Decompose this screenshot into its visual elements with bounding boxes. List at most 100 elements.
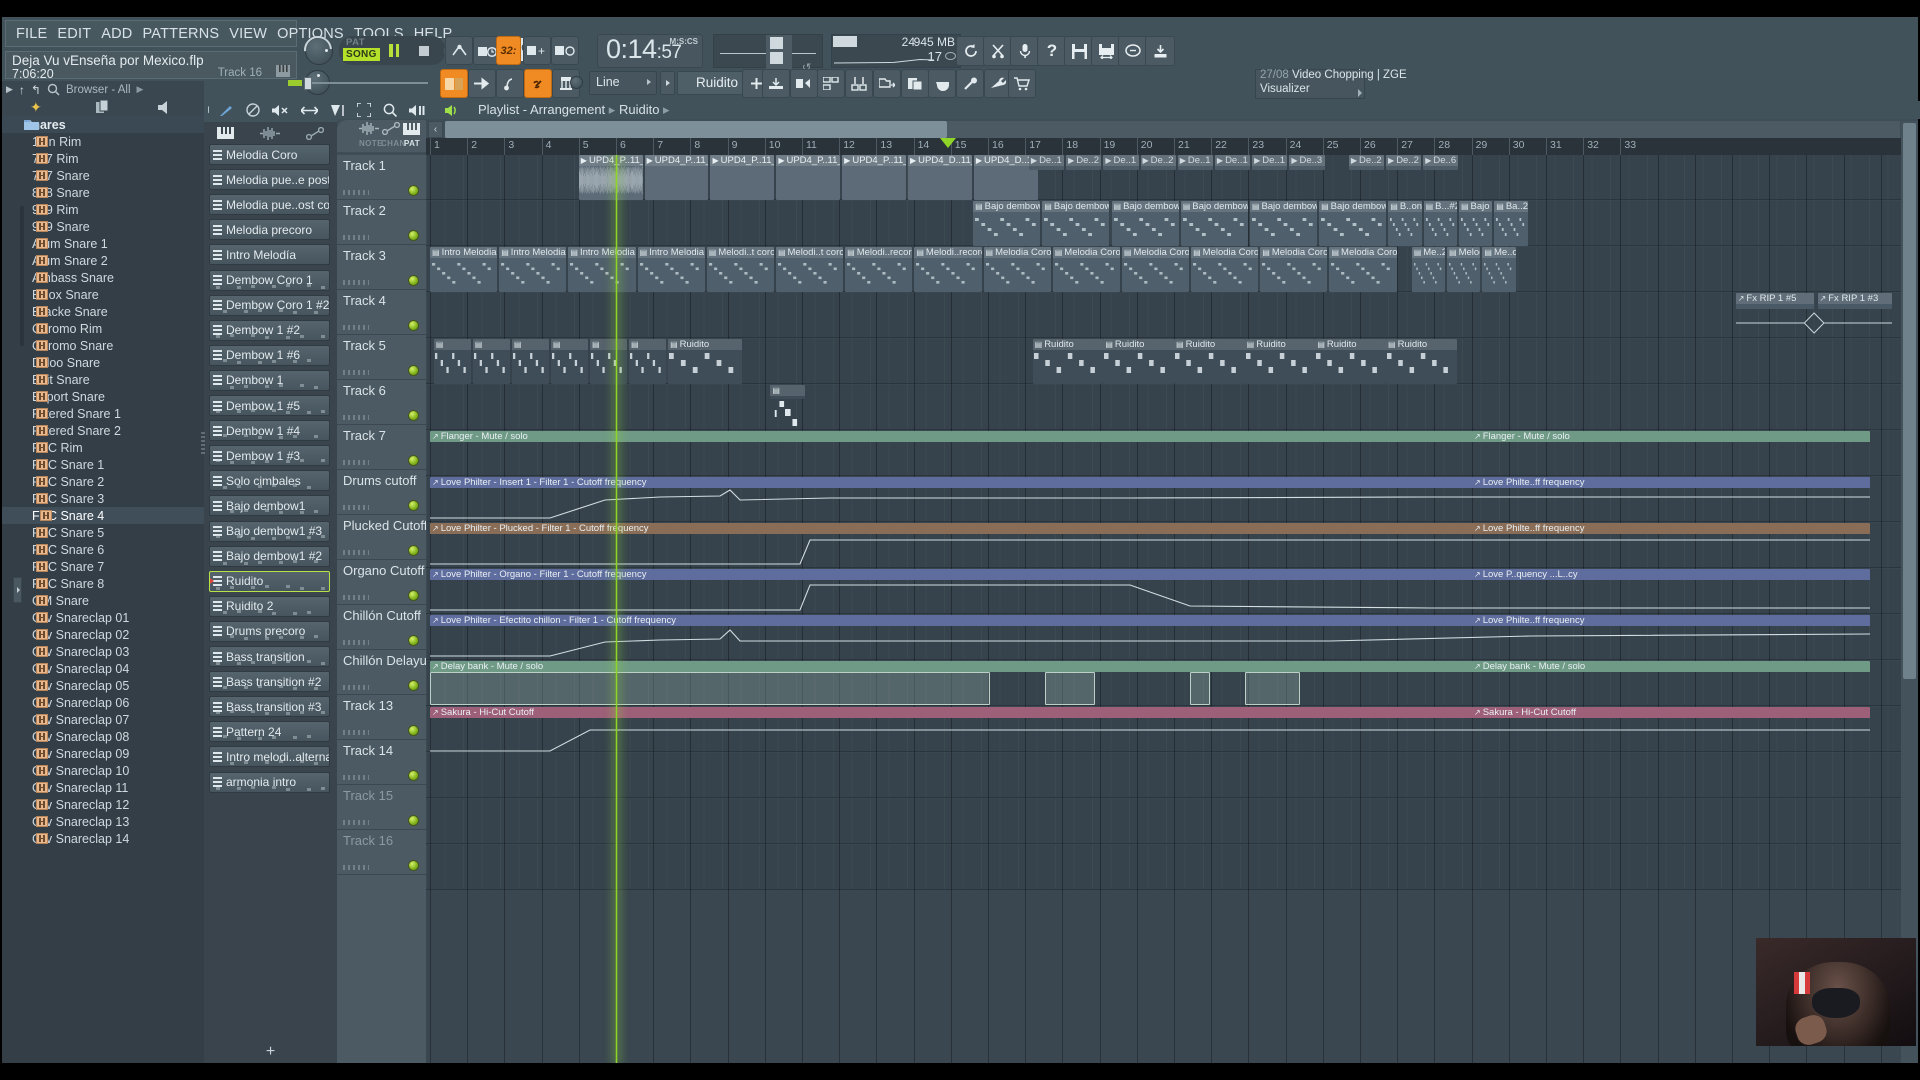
pattern-clip[interactable]: ▤Bajo ..w1 #2 <box>1459 201 1492 246</box>
browser-item[interactable]: Grv Snareclap 03 <box>2 643 204 660</box>
audio-clip-small[interactable]: ▶De..1 <box>1029 155 1064 170</box>
master-volume-knob[interactable] <box>305 37 333 65</box>
browser-item[interactable]: Alum Snare 2 <box>2 252 204 269</box>
browser-item[interactable]: Grv Snareclap 07 <box>2 711 204 728</box>
audio-clip-small[interactable]: ▶De..2 <box>1349 155 1384 170</box>
chat-bubble-icon[interactable] <box>1118 36 1148 66</box>
track-header[interactable]: Chillón Cutoff <box>337 605 426 650</box>
add-pattern-button[interactable]: + <box>523 36 551 65</box>
browser-item[interactable]: Flitered Snare 2 <box>2 422 204 439</box>
pattern-item[interactable]: Ruidito <box>209 571 330 592</box>
sparkle-icon[interactable]: ✦ <box>30 99 42 116</box>
pattern-clip[interactable]: ▤Melodia Coro <box>1122 247 1189 292</box>
pattern-item[interactable]: Dembow 1 #4 <box>209 420 330 441</box>
pattern-clip-small[interactable]: ▤ <box>770 385 805 399</box>
snap-knob[interactable] <box>570 76 583 89</box>
pattern-clip[interactable]: ▤Bajo dembow1 <box>1181 201 1248 246</box>
pattern-clip[interactable]: ▤Intro Melodia <box>499 247 566 292</box>
playback-tool-icon[interactable] <box>409 104 425 117</box>
menu-item-file[interactable]: FILE <box>11 24 52 44</box>
track-enable-led[interactable] <box>408 680 419 691</box>
audio-clip-small[interactable]: ▶De..2 <box>1386 155 1421 170</box>
pattern-clip[interactable]: ▤Melodi..t coro <box>707 247 774 292</box>
pattern-item[interactable]: Drums precoro <box>209 621 330 642</box>
track-enable-led[interactable] <box>408 275 419 286</box>
browser-item[interactable]: Grv Snareclap 14 <box>2 830 204 847</box>
track-enable-led[interactable] <box>408 860 419 871</box>
pattern-clip[interactable]: ▤Ruidito <box>1245 339 1316 384</box>
pattern-clip[interactable]: ▤Melodia Coro <box>1053 247 1120 292</box>
audio-clip[interactable]: ▶UPD4_P..11_89 <box>645 155 709 200</box>
automation-clip-right[interactable]: ↗Love Philte..ff frequency <box>1472 615 1592 626</box>
pattern-item[interactable]: Melodia precoro <box>209 219 330 240</box>
track-header[interactable]: Chillón Delayu <box>337 650 426 695</box>
browser-item[interactable]: 808 Snare <box>2 184 204 201</box>
pattern-item[interactable]: Intro Melodía <box>209 244 330 265</box>
plugin-picker-button[interactable] <box>790 69 818 98</box>
pattern-clip[interactable]: ▤Melodia Coro <box>1260 247 1327 292</box>
mute-tool-icon[interactable] <box>246 103 260 117</box>
audio-clip-small[interactable]: ▶De..6 <box>1423 155 1458 170</box>
track-enable-led[interactable] <box>408 725 419 736</box>
browser-item[interactable]: Grv Snareclap 01 <box>2 609 204 626</box>
browser-item[interactable]: Grv Snareclap 05 <box>2 677 204 694</box>
browser-item[interactable]: FPC Snare 3 <box>2 490 204 507</box>
track-header[interactable]: Track 13 <box>337 695 426 740</box>
playlist-window-button[interactable] <box>440 69 468 98</box>
add-pattern-row-button[interactable]: + <box>204 1043 337 1063</box>
audio-clip-small[interactable]: ▶De..1 <box>1178 155 1213 170</box>
track-header[interactable]: Plucked Cutoff <box>337 515 426 560</box>
microphone-icon[interactable] <box>1010 36 1040 66</box>
automation-block[interactable] <box>1245 672 1300 705</box>
pattern-item[interactable]: Melodia Coro <box>209 144 330 165</box>
pattern-clip-small[interactable]: ▤ <box>590 339 627 384</box>
track-header[interactable]: Drums cutoff <box>337 470 426 515</box>
pattern-item[interactable]: Dembow 1 <box>209 370 330 391</box>
cut-tool-icon[interactable] <box>983 36 1013 66</box>
audio-clip[interactable]: ▶UPD4_P..11_89 <box>776 155 840 200</box>
pattern-clip[interactable]: ▤Me..o <box>1482 247 1515 292</box>
link-tool-button[interactable] <box>524 69 552 98</box>
browser-item[interactable]: 707 Rim <box>2 150 204 167</box>
pattern-clip[interactable]: ▤Bajo dembow1 <box>1319 201 1386 246</box>
track-enable-led[interactable] <box>408 590 419 601</box>
browser-item[interactable]: Grv Snareclap 12 <box>2 796 204 813</box>
pattern-clip[interactable]: ▤Melodia Coro <box>1329 247 1396 292</box>
audio-clip-small[interactable]: ▶De..1 <box>1215 155 1250 170</box>
playlist-view-button[interactable] <box>817 69 845 98</box>
browser-item[interactable]: FPC Snare 5 <box>2 524 204 541</box>
browser-item[interactable]: Ekit Snare <box>2 371 204 388</box>
browser-item[interactable]: 707 Snare <box>2 167 204 184</box>
pattern-clip[interactable]: ▤Bajo dembow1 <box>1112 201 1179 246</box>
automation-clip-right[interactable]: ↗Love Philte..ff frequency <box>1472 523 1592 534</box>
pattern-clip[interactable]: ▤Intro Melodia <box>430 247 497 292</box>
pattern-clip[interactable]: ▤Ruidito <box>1033 339 1104 384</box>
pattern-item[interactable]: armonia intro <box>209 772 330 793</box>
track-header[interactable]: Track 7 <box>337 425 426 470</box>
browser-folder-snares[interactable]: Snares <box>2 116 204 133</box>
chan-view-icon[interactable] <box>382 122 400 135</box>
pattern-clip-small[interactable]: ▤ <box>434 339 471 384</box>
help-icon[interactable]: ? <box>1037 36 1067 66</box>
pattern-clip-small[interactable]: ▤ <box>473 339 510 384</box>
pattern-clip[interactable]: ▤Melodi..oro #2 <box>1447 247 1480 292</box>
pattern-clip[interactable]: ▤Intro Melodia <box>568 247 635 292</box>
pattern-item[interactable]: Dembow Coro 1 #2 <box>209 295 330 316</box>
automation-clip-right[interactable]: ↗Sakura - Hi-Cut Cutoff <box>1472 707 1592 718</box>
pattern-list[interactable]: Melodia CoroMelodia pue..e post coroMelo… <box>204 144 337 1041</box>
audio-clip[interactable]: ▶UPD4_D..11_89 <box>908 155 972 200</box>
browser-item[interactable]: 909 Rim <box>2 201 204 218</box>
browser-item[interactable]: Grv Snareclap 06 <box>2 694 204 711</box>
plugin-icon[interactable] <box>158 101 173 114</box>
pattern-clip[interactable]: ▤Ruidito <box>1103 339 1174 384</box>
browser-item[interactable]: Grv Snareclap 02 <box>2 626 204 643</box>
pattern-clip-small[interactable]: ▤ <box>512 339 549 384</box>
audio-clip[interactable]: ▶UPD4_P..11_89 <box>710 155 774 200</box>
pattern-item[interactable]: Dembow 1 #5 <box>209 395 330 416</box>
playlist-scroll-left-button[interactable]: ‹ <box>428 121 443 138</box>
browser-item[interactable]: Grv Snareclap 09 <box>2 745 204 762</box>
automation-clip-right[interactable]: ↗Love P..quency ...L..cy <box>1472 569 1592 580</box>
track-header[interactable]: Track 16 <box>337 830 426 875</box>
track-enable-led[interactable] <box>408 635 419 646</box>
loop-pattern-button[interactable] <box>551 36 579 65</box>
